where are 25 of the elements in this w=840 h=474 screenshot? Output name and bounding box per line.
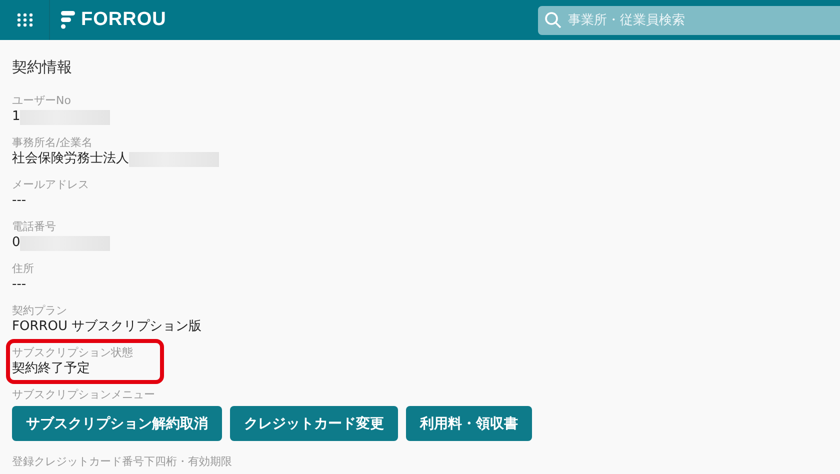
field-value: --- [12,276,26,294]
app-logo: FORROU [81,9,166,31]
page-title: 契約情報 [12,58,73,77]
logo-icon [61,11,75,29]
field-label: 契約プラン [12,303,67,318]
field-label: ユーザーNo [12,93,71,108]
field-value: 1 [12,108,20,126]
field-value: 契約終了予定 [12,360,90,378]
field-label: サブスクリプション状態 [12,345,133,360]
field-label: 電話番号 [12,219,56,234]
field-value: FORROU サブスクリプション版 [12,318,202,336]
field-label: サブスクリプションメニュー [12,387,155,402]
field-value: --- [12,192,26,210]
search-icon [544,10,562,28]
field-label: 住所 [12,261,34,276]
field-label: 事務所名/企業名 [12,135,93,150]
menu-button[interactable]: サブスクリプション解約取消 [12,406,222,441]
menu-button[interactable]: 利用料・領収書 [406,406,532,441]
field-label: メールアドレス [12,177,89,192]
field-value: 社会保険労務士法人 [12,150,129,168]
field-value: 0 [12,234,20,252]
field-label: 登録クレジットカード番号下四桁・有効期限 [12,454,232,469]
search-field[interactable]: 事業所・従業員検索 [538,6,840,34]
menu-button[interactable]: クレジットカード変更 [230,406,398,441]
apps-grid-icon [16,13,32,27]
